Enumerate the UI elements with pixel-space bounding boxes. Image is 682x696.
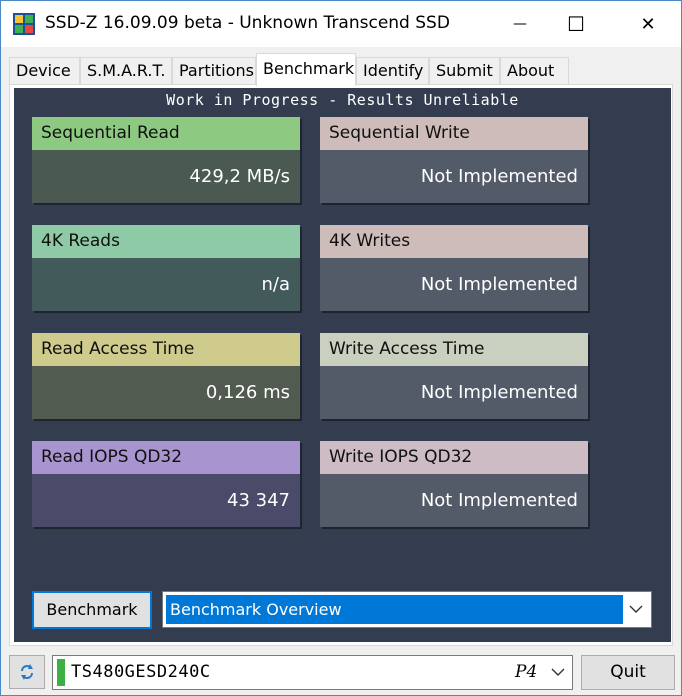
card-label: Sequential Read <box>32 117 300 150</box>
card-value: Not Implemented <box>320 150 588 203</box>
window-title: SSD-Z 16.09.09 beta - Unknown Transcend … <box>45 13 450 33</box>
card-label: Write Access Time <box>320 333 588 366</box>
drive-port: P4 <box>515 662 538 682</box>
card-value: n/a <box>32 258 300 311</box>
write-iops-card: Write IOPS QD32 Not Implemented <box>320 441 588 527</box>
read-iops-card: Read IOPS QD32 43 347 <box>32 441 300 527</box>
maximize-icon: ☐ <box>567 12 585 36</box>
card-label: Sequential Write <box>320 117 588 150</box>
4k-reads-card: 4K Reads n/a <box>32 225 300 311</box>
write-access-time-card: Write Access Time Not Implemented <box>320 333 588 419</box>
refresh-icon <box>21 664 33 680</box>
card-label: Read Access Time <box>32 333 300 366</box>
minimize-button[interactable]: — <box>497 1 543 47</box>
card-label: 4K Reads <box>32 225 300 258</box>
card-value: Not Implemented <box>320 474 588 527</box>
title-bar[interactable]: SSD-Z 16.09.09 beta - Unknown Transcend … <box>1 1 681 47</box>
tab-identify[interactable]: Identify <box>356 57 429 85</box>
card-value: 43 347 <box>32 474 300 527</box>
tab-submit[interactable]: Submit <box>429 57 500 85</box>
chevron-down-icon <box>629 605 643 613</box>
app-icon <box>13 13 35 35</box>
tab-benchmark[interactable]: Benchmark <box>256 53 356 86</box>
read-access-time-card: Read Access Time 0,126 ms <box>32 333 300 419</box>
tab-smart[interactable]: S.M.A.R.T. <box>80 57 172 85</box>
card-value: Not Implemented <box>320 366 588 419</box>
card-value: 429,2 MB/s <box>32 150 300 203</box>
refresh-drives-button[interactable] <box>9 655 45 689</box>
tab-device[interactable]: Device <box>9 57 80 85</box>
app-window: SSD-Z 16.09.09 beta - Unknown Transcend … <box>0 0 682 696</box>
maximize-button[interactable]: ☐ <box>553 1 599 47</box>
card-value: Not Implemented <box>320 258 588 311</box>
card-label: Write IOPS QD32 <box>320 441 588 474</box>
benchmark-mode-select[interactable]: Benchmark Overview <box>162 591 652 628</box>
chevron-down-icon <box>551 668 565 676</box>
drive-select[interactable]: TS480GESD240C P4 <box>52 655 573 690</box>
benchmark-mode-value: Benchmark Overview <box>166 595 623 624</box>
run-benchmark-button[interactable]: Benchmark <box>32 591 152 629</box>
4k-writes-card: 4K Writes Not Implemented <box>320 225 588 311</box>
sequential-read-card: Sequential Read 429,2 MB/s <box>32 117 300 203</box>
benchmark-warning: Work in Progress - Results Unreliable <box>166 91 519 109</box>
card-value: 0,126 ms <box>32 366 300 419</box>
drive-status-led <box>57 659 65 686</box>
tab-about[interactable]: About <box>500 57 569 85</box>
drive-model: TS480GESD240C <box>71 662 211 682</box>
benchmark-panel: Work in Progress - Results Unreliable Se… <box>14 88 671 642</box>
minimize-icon: — <box>513 16 527 32</box>
close-icon: ✕ <box>640 13 656 35</box>
card-label: 4K Writes <box>320 225 588 258</box>
close-button[interactable]: ✕ <box>625 1 671 47</box>
quit-button[interactable]: Quit <box>581 655 675 690</box>
sequential-write-card: Sequential Write Not Implemented <box>320 117 588 203</box>
tab-partitions[interactable]: Partitions <box>172 57 256 85</box>
card-label: Read IOPS QD32 <box>32 441 300 474</box>
